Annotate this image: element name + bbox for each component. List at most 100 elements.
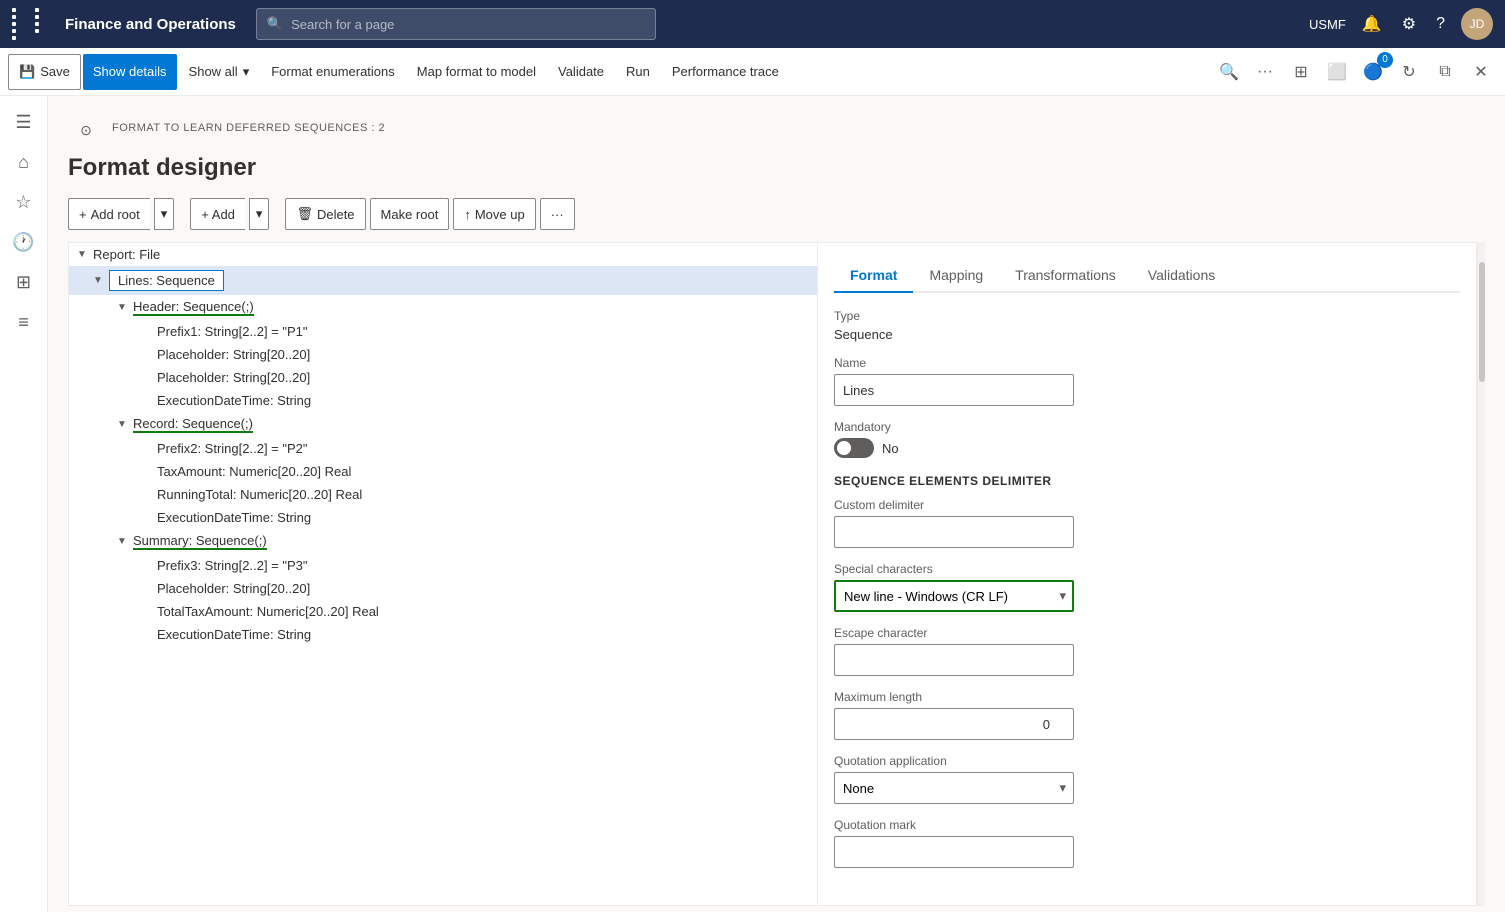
workspaces-icon[interactable]: ⊞ [6,264,42,300]
global-search[interactable]: 🔍 Search for a page [256,8,656,40]
breadcrumb: FORMAT TO LEARN DEFERRED SEQUENCES : 2 [112,122,385,134]
tree-root[interactable]: ▼ Report: File [69,243,817,266]
quotation-mark-input[interactable] [834,836,1074,868]
show-all-chevron-icon: ▾ [243,64,250,80]
tree-item-placeholder3[interactable]: Placeholder: String[20..20] [69,577,817,600]
tab-validations[interactable]: Validations [1132,259,1231,293]
show-all-button[interactable]: Show all ▾ [179,54,260,90]
performance-trace-label: Performance trace [672,64,779,79]
hamburger-menu-icon[interactable]: ☰ [6,104,42,140]
avatar[interactable]: JD [1461,8,1493,40]
special-characters-select[interactable]: New line - Windows (CR LF) New line - Un… [834,580,1074,612]
delete-label: Delete [317,207,355,222]
toggle-thumb [837,441,851,455]
delete-button[interactable]: 🗑 Delete [285,198,365,230]
validate-button[interactable]: Validate [548,54,614,90]
tree-item-prefix2-label: Prefix2: String[2..2] = "P2" [157,441,308,456]
maximum-length-input[interactable] [834,708,1074,740]
map-format-to-model-button[interactable]: Map format to model [407,54,546,90]
plugin-icon[interactable]: ⊞ [1285,56,1317,88]
avatar-initials: JD [1470,17,1485,31]
save-button[interactable]: 💾 Save [8,54,81,90]
tree-item-runningtotal-label: RunningTotal: Numeric[20..20] Real [157,487,362,502]
microsoft-icon[interactable]: ⬜ [1321,56,1353,88]
type-field-group: Type Sequence [834,309,1460,342]
quotation-application-select-wrapper: None All String only ▾ [834,772,1074,804]
name-input[interactable] [834,374,1074,406]
right-panel: Format Mapping Transformations Validatio… [818,242,1477,906]
tree-item-taxamount[interactable]: TaxAmount: Numeric[20..20] Real [69,460,817,483]
format-enumerations-button[interactable]: Format enumerations [261,54,405,90]
add-root-button[interactable]: + Add root [68,198,150,230]
tree-item-placeholder2[interactable]: Placeholder: String[20..20] [69,366,817,389]
tree-item-placeholder2-label: Placeholder: String[20..20] [157,370,310,385]
notifications-icon[interactable]: 🔔 [1358,10,1386,38]
custom-delimiter-input[interactable] [834,516,1074,548]
tree-item-prefix1[interactable]: Prefix1: String[2..2] = "P1" [69,320,817,343]
tab-mapping[interactable]: Mapping [913,259,999,293]
filter-icon[interactable]: ⊙ [68,112,104,148]
tab-transformations[interactable]: Transformations [999,259,1132,293]
add-root-dropdown-button[interactable]: ▾ [154,198,175,230]
main-layout: ☰ ⌂ ☆ 🕐 ⊞ ≡ ⊙ FORMAT TO LEARN DEFERRED S… [0,96,1505,912]
recent-icon[interactable]: 🕐 [6,224,42,260]
cmd-right-actions: 🔍 ··· ⊞ ⬜ 🔵 0 ↻ ⧉ ✕ [1213,56,1497,88]
add-button[interactable]: + Add [190,198,245,230]
content-area: ⊙ FORMAT TO LEARN DEFERRED SEQUENCES : 2… [48,96,1505,912]
delete-icon: 🗑 [296,206,313,222]
app-grid-icon[interactable] [12,8,55,40]
help-icon[interactable]: ? [1432,11,1449,37]
search-cmd-icon[interactable]: 🔍 [1213,56,1245,88]
top-navbar: Finance and Operations 🔍 Search for a pa… [0,0,1505,48]
chevron-down-icon: ▼ [117,419,129,430]
add-root-icon: + [79,207,87,222]
user-identifier: USMF [1309,17,1346,32]
tree-item-totaltaxamount[interactable]: TotalTaxAmount: Numeric[20..20] Real [69,600,817,623]
tree-item-execution-dt3[interactable]: ExecutionDateTime: String [69,623,817,646]
mandatory-toggle[interactable] [834,438,874,458]
quotation-mark-group: Quotation mark [834,818,1460,868]
open-new-window-icon[interactable]: ⧉ [1429,56,1461,88]
split-pane: ▼ Report: File ▼ Lines: Sequence ▼ Heade… [68,242,1485,906]
home-icon[interactable]: ⌂ [6,144,42,180]
tree-item-execution-dt2[interactable]: ExecutionDateTime: String [69,506,817,529]
command-bar: 💾 Save Show details Show all ▾ Format en… [0,48,1505,96]
tree-item-summary[interactable]: ▼ Summary: Sequence(;) [69,529,817,554]
refresh-icon[interactable]: ↻ [1393,56,1425,88]
run-button[interactable]: Run [616,54,660,90]
tab-bar: Format Mapping Transformations Validatio… [834,259,1460,293]
quotation-application-select[interactable]: None All String only [834,772,1074,804]
tree-item-execution-dt3-label: ExecutionDateTime: String [157,627,311,642]
tree-item-execution-dt1[interactable]: ExecutionDateTime: String [69,389,817,412]
close-icon[interactable]: ✕ [1465,56,1497,88]
tree-item-header[interactable]: ▼ Header: Sequence(;) [69,295,817,320]
tree-item-record-label: Record: Sequence(;) [133,416,253,433]
settings-icon[interactable]: ⚙ [1398,10,1420,38]
search-placeholder: Search for a page [291,17,394,32]
escape-character-input[interactable] [834,644,1074,676]
side-nav: ☰ ⌂ ☆ 🕐 ⊞ ≡ [0,96,48,912]
tree-item-lines[interactable]: ▼ Lines: Sequence [69,266,817,295]
tree-item-prefix3[interactable]: Prefix3: String[2..2] = "P3" [69,554,817,577]
move-up-button[interactable]: ↑ Move up [453,198,535,230]
favorites-icon[interactable]: ☆ [6,184,42,220]
tab-format[interactable]: Format [834,259,913,293]
list-icon[interactable]: ≡ [6,304,42,340]
type-value: Sequence [834,327,1460,342]
vertical-scrollbar[interactable] [1477,242,1485,906]
tree-panel: ▼ Report: File ▼ Lines: Sequence ▼ Heade… [68,242,818,906]
add-dropdown-button[interactable]: ▾ [249,198,270,230]
more-options-icon[interactable]: ··· [1249,56,1281,88]
more-toolbar-icon[interactable]: ··· [540,198,575,230]
tree-item-record[interactable]: ▼ Record: Sequence(;) [69,412,817,437]
map-format-to-model-label: Map format to model [417,64,536,79]
tree-item-prefix2[interactable]: Prefix2: String[2..2] = "P2" [69,437,817,460]
tree-root-label: Report: File [93,247,160,262]
tree-item-placeholder1[interactable]: Placeholder: String[20..20] [69,343,817,366]
tree-item-runningtotal[interactable]: RunningTotal: Numeric[20..20] Real [69,483,817,506]
performance-trace-button[interactable]: Performance trace [662,54,789,90]
make-root-button[interactable]: Make root [370,198,450,230]
show-details-button[interactable]: Show details [83,54,177,90]
add-label: + Add [201,207,235,222]
tree-item-placeholder3-label: Placeholder: String[20..20] [157,581,310,596]
